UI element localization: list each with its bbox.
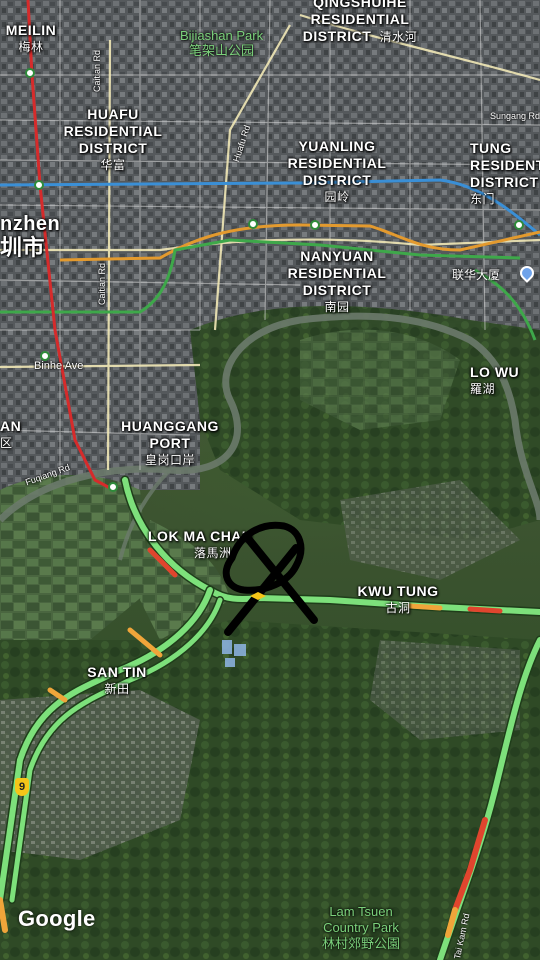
satellite-map[interactable]: QINGSHUIHE RESIDENTIAL DISTRICT 清水河 HUAF… xyxy=(0,0,540,960)
x-circle-annotation xyxy=(222,521,318,636)
google-attribution: Google xyxy=(18,906,96,931)
